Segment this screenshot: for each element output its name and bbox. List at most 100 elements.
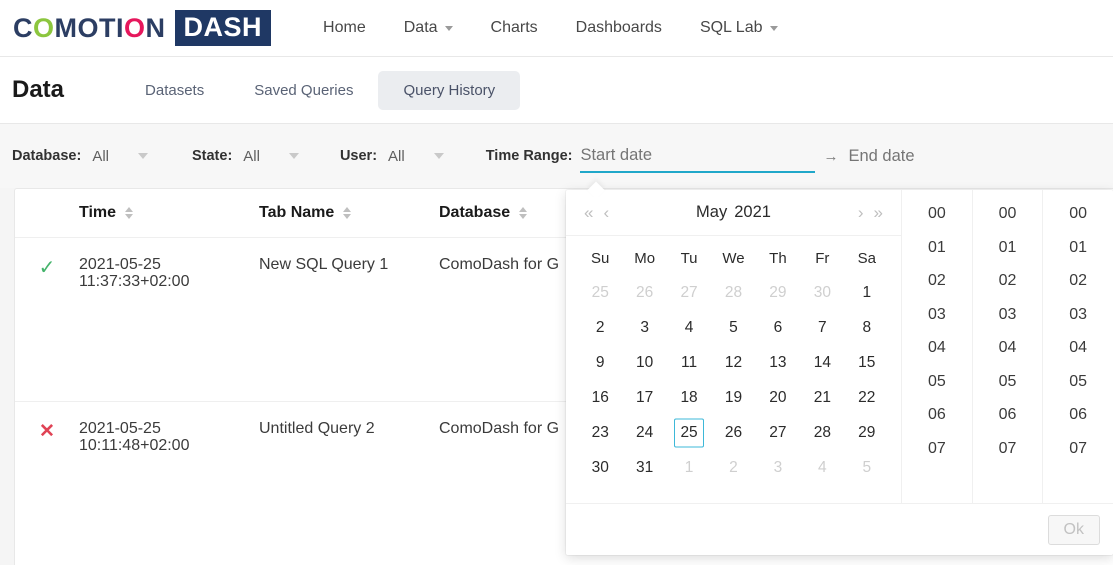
day-cell-today[interactable]: 25 — [667, 415, 711, 450]
day-cell[interactable]: 19 — [711, 380, 755, 415]
day-cell[interactable]: 24 — [622, 415, 666, 450]
day-cell[interactable]: 27 — [756, 415, 800, 450]
nav-item-data[interactable]: Data — [385, 19, 472, 37]
time-option[interactable]: 01 — [902, 231, 972, 265]
nav-item-charts[interactable]: Charts — [472, 19, 557, 37]
day-cell[interactable]: 14 — [800, 345, 844, 380]
day-cell[interactable]: 1 — [667, 450, 711, 485]
column-header-tab-name[interactable]: Tab Name — [259, 204, 439, 222]
datepicker-month-label[interactable]: May — [696, 203, 727, 221]
day-cell[interactable]: 26 — [622, 275, 666, 310]
tab-query-history[interactable]: Query History — [378, 70, 521, 110]
time-option[interactable]: 05 — [973, 365, 1043, 399]
time-option[interactable]: 03 — [1043, 298, 1113, 332]
ok-button[interactable]: Ok — [1047, 514, 1100, 545]
tab-saved-queries[interactable]: Saved Queries — [229, 71, 378, 110]
filter-state[interactable]: State: All — [192, 148, 299, 165]
day-cell[interactable]: 16 — [578, 380, 622, 415]
next-month-button[interactable]: › — [858, 204, 864, 221]
day-cell[interactable]: 28 — [800, 415, 844, 450]
day-cell[interactable]: 31 — [622, 450, 666, 485]
time-option[interactable]: 05 — [1043, 365, 1113, 399]
day-cell[interactable]: 23 — [578, 415, 622, 450]
day-cell[interactable]: 5 — [845, 450, 889, 485]
end-date-input[interactable] — [848, 139, 1084, 173]
day-cell[interactable]: 8 — [845, 310, 889, 345]
day-cell[interactable]: 28 — [711, 275, 755, 310]
column-header-time[interactable]: Time — [79, 204, 259, 222]
sort-icon[interactable] — [519, 207, 528, 219]
column-header-tab-name-label: Tab Name — [259, 204, 335, 221]
day-cell[interactable]: 22 — [845, 380, 889, 415]
day-cell[interactable]: 20 — [756, 380, 800, 415]
day-cell[interactable]: 4 — [800, 450, 844, 485]
logo-letter-o-pink: O — [124, 12, 146, 43]
day-cell[interactable]: 4 — [667, 310, 711, 345]
logo-letter-o-green: O — [33, 12, 55, 43]
day-cell[interactable]: 18 — [667, 380, 711, 415]
time-option[interactable]: 07 — [973, 432, 1043, 466]
time-option[interactable]: 07 — [1043, 432, 1113, 466]
day-cell[interactable]: 7 — [800, 310, 844, 345]
prev-year-button[interactable]: « — [584, 204, 593, 221]
day-cell[interactable]: 3 — [622, 310, 666, 345]
day-cell[interactable]: 3 — [756, 450, 800, 485]
time-option[interactable]: 03 — [973, 298, 1043, 332]
time-option[interactable]: 06 — [902, 398, 972, 432]
nav-item-home[interactable]: Home — [304, 19, 385, 37]
day-cell[interactable]: 15 — [845, 345, 889, 380]
filter-database[interactable]: Database: All — [12, 148, 148, 165]
day-cell[interactable]: 30 — [800, 275, 844, 310]
filter-state-value: All — [243, 147, 260, 165]
day-cell[interactable]: 26 — [711, 415, 755, 450]
filter-user[interactable]: User: All — [340, 148, 444, 165]
day-cell[interactable]: 11 — [667, 345, 711, 380]
chevron-down-icon — [288, 153, 299, 159]
datepicker-year-label[interactable]: 2021 — [734, 203, 771, 221]
time-option[interactable]: 02 — [902, 264, 972, 298]
time-option[interactable]: 04 — [1043, 331, 1113, 365]
tab-datasets[interactable]: Datasets — [120, 71, 229, 110]
nav-item-sql-lab[interactable]: SQL Lab — [681, 19, 797, 37]
time-option[interactable]: 07 — [902, 432, 972, 466]
day-cell[interactable]: 2 — [711, 450, 755, 485]
date-range-picker[interactable]: → — [580, 139, 1113, 173]
day-cell[interactable]: 29 — [756, 275, 800, 310]
time-option[interactable]: 02 — [973, 264, 1043, 298]
day-cell[interactable]: 9 — [578, 345, 622, 380]
time-option[interactable]: 00 — [973, 197, 1043, 231]
time-option[interactable]: 04 — [973, 331, 1043, 365]
start-date-input[interactable] — [580, 139, 816, 173]
day-cell[interactable]: 2 — [578, 310, 622, 345]
day-cell[interactable]: 1 — [845, 275, 889, 310]
day-cell[interactable]: 6 — [756, 310, 800, 345]
day-cell[interactable]: 29 — [845, 415, 889, 450]
day-cell[interactable]: 13 — [756, 345, 800, 380]
sort-icon[interactable] — [343, 207, 352, 219]
sort-icon[interactable] — [125, 207, 134, 219]
time-option[interactable]: 00 — [1043, 197, 1113, 231]
time-option[interactable]: 06 — [973, 398, 1043, 432]
next-year-button[interactable]: » — [874, 204, 883, 221]
cell-time-date: 2021-05-25 — [79, 420, 161, 437]
time-option[interactable]: 02 — [1043, 264, 1113, 298]
day-cell[interactable]: 21 — [800, 380, 844, 415]
day-cell[interactable]: 25 — [578, 275, 622, 310]
time-option[interactable]: 05 — [902, 365, 972, 399]
day-cell[interactable]: 12 — [711, 345, 755, 380]
time-option[interactable]: 00 — [902, 197, 972, 231]
brand-logo[interactable]: C O MOTI O N DASH — [13, 9, 272, 47]
app-root: C O MOTI O N DASH Home Data Charts Dashb… — [0, 0, 1113, 565]
time-option[interactable]: 06 — [1043, 398, 1113, 432]
day-cell[interactable]: 5 — [711, 310, 755, 345]
day-cell[interactable]: 27 — [667, 275, 711, 310]
day-cell[interactable]: 10 — [622, 345, 666, 380]
time-option[interactable]: 01 — [973, 231, 1043, 265]
time-option[interactable]: 04 — [902, 331, 972, 365]
nav-item-dashboards[interactable]: Dashboards — [557, 19, 681, 37]
day-cell[interactable]: 30 — [578, 450, 622, 485]
time-option[interactable]: 01 — [1043, 231, 1113, 265]
error-x-icon: ✕ — [39, 421, 55, 442]
time-option[interactable]: 03 — [902, 298, 972, 332]
day-cell[interactable]: 17 — [622, 380, 666, 415]
